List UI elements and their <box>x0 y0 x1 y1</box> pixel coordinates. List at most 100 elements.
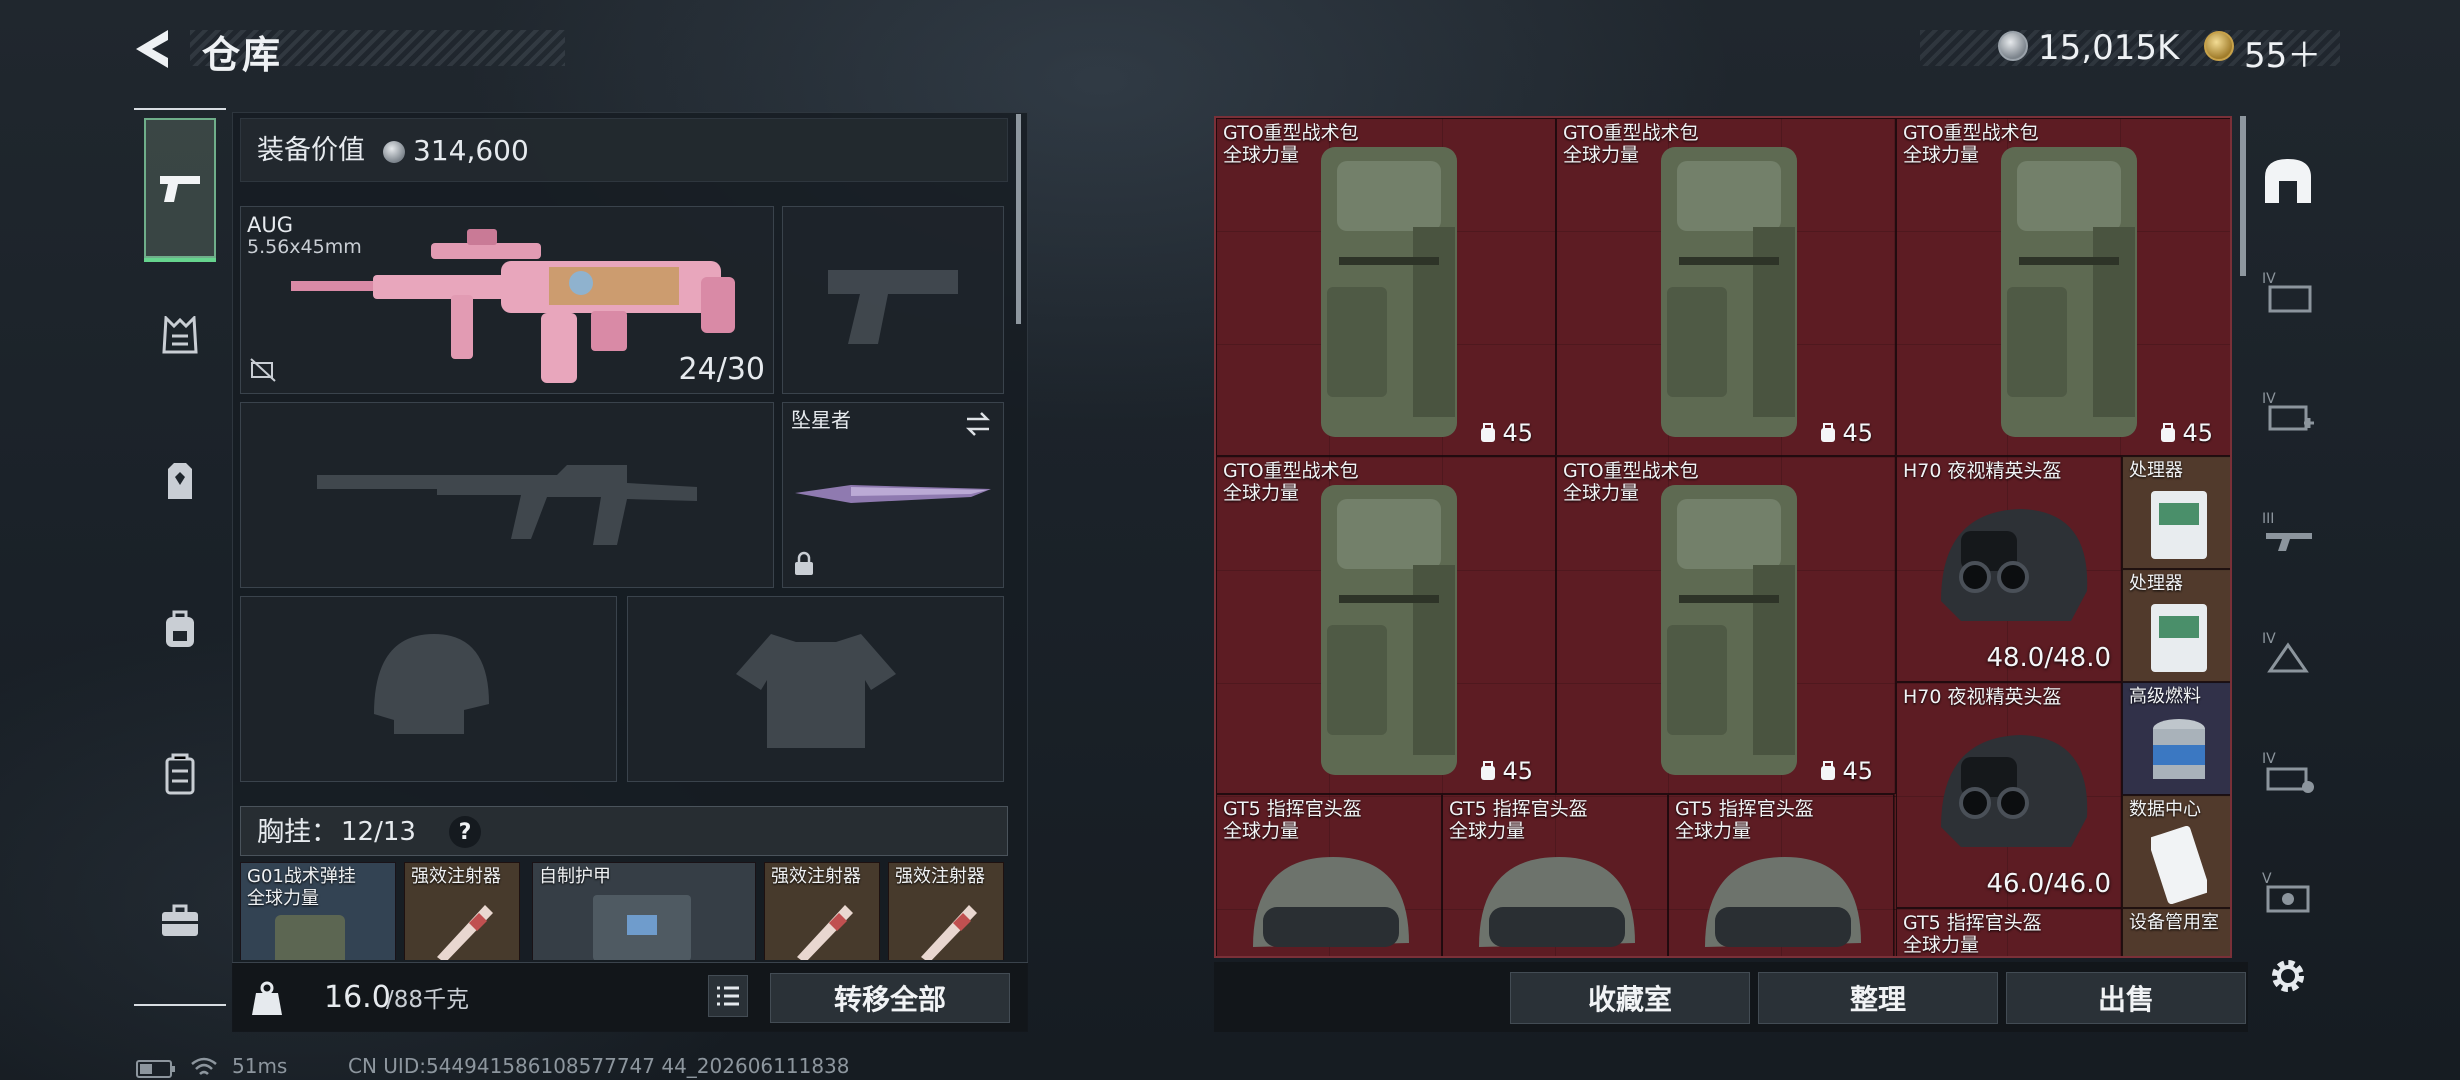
equipment-value-bar: 装备价值 314,600 <box>240 118 1008 182</box>
equipment-value-label: 装备价值 <box>257 135 365 166</box>
nav-tab-armor[interactable] <box>144 446 216 518</box>
item-capacity: 45 <box>1820 757 1873 785</box>
swap-icon[interactable] <box>963 411 993 437</box>
helmet-slot[interactable] <box>240 596 617 782</box>
tier-iv-gear-icon: IV <box>2262 751 2314 793</box>
inventory-item-backpack[interactable]: GTO重型战术包 全球力量 45 <box>1556 456 1896 794</box>
equipment-scrollbar[interactable] <box>1016 114 1021 324</box>
item-name: 数据中心 <box>2129 799 2201 820</box>
backpack-icon <box>166 610 194 647</box>
capacity-icon <box>1481 423 1496 442</box>
safehouse-icon <box>2265 159 2311 203</box>
tab-medical-iv[interactable]: IV <box>2252 376 2324 448</box>
rig-item-name: 强效注射器 <box>895 866 985 887</box>
pistol-slot[interactable] <box>782 206 1004 394</box>
back-button[interactable] <box>130 26 180 72</box>
list-view-button[interactable] <box>708 975 748 1017</box>
item-name: H70 夜视精英头盔 <box>1903 686 2062 708</box>
inventory-item-backpack[interactable]: GTO重型战术包 全球力量 45 <box>1896 118 2230 456</box>
capacity-icon <box>2161 423 2176 442</box>
item-capacity-value: 45 <box>1502 757 1533 785</box>
inventory-item-helmet[interactable]: H70 夜视精英头盔 48.0/48.0 <box>1896 456 2122 682</box>
primary-weapon-slot[interactable]: AUG 5.56x45mm 24/30 <box>240 206 774 394</box>
nav-tab-backpack[interactable] <box>144 592 216 664</box>
commander-helmet-image <box>1479 857 1635 947</box>
rig-item[interactable]: 强效注射器 <box>888 862 1004 960</box>
inventory-item-small[interactable]: 处理器 <box>2122 456 2230 569</box>
settings-button[interactable] <box>2268 956 2308 996</box>
backpack-image <box>1321 147 1457 437</box>
nav-tab-container[interactable] <box>144 738 216 810</box>
inventory-item-small[interactable]: 高级燃料 <box>2122 682 2230 795</box>
silver-coin-icon <box>1998 31 2028 61</box>
commander-helmet-image <box>1705 857 1861 947</box>
nav-bottom-divider <box>134 1004 226 1006</box>
armor-icon <box>168 463 192 499</box>
inventory-item-helmet[interactable]: GT5 指挥官头盔 全球力量 <box>1668 794 1894 956</box>
tab-container-iv[interactable]: IV <box>2252 256 2324 328</box>
nav-tab-weapons[interactable] <box>144 118 216 262</box>
rig-item[interactable]: 强效注射器 <box>404 862 520 960</box>
no-sight-icon <box>250 358 276 382</box>
melee-slot[interactable]: 坠星者 <box>782 402 1004 588</box>
rig-item-name: 强效注射器 <box>411 866 501 887</box>
inventory-item-helmet[interactable]: GT5 指挥官头盔 全球力量 <box>1896 908 2122 956</box>
tab-safehouse[interactable] <box>2252 144 2324 216</box>
inventory-item-small[interactable]: 处理器 <box>2122 569 2230 682</box>
capacity-icon <box>1821 423 1836 442</box>
inventory-item-backpack[interactable]: GTO重型战术包 全球力量 45 <box>1556 118 1896 456</box>
item-name: 设备管用室 <box>2129 912 2219 933</box>
svg-text:IV: IV <box>2262 391 2276 407</box>
item-capacity: 45 <box>1480 757 1533 785</box>
weight-value: 16.0 <box>324 980 391 1015</box>
backpack-image <box>2001 147 2137 437</box>
inventory-item-helmet[interactable]: H70 夜视精英头盔 46.0/46.0 <box>1896 682 2122 908</box>
item-sub: 全球力量 <box>1223 482 1300 504</box>
tab-lab-v[interactable]: V <box>2252 856 2324 928</box>
rig-item[interactable]: 自制护甲 <box>532 862 756 960</box>
rifle-silhouette-icon <box>317 465 697 545</box>
sort-button[interactable]: 整理 <box>1758 972 1998 1024</box>
rig-item[interactable]: G01战术弹挂 全球力量 <box>240 862 396 960</box>
capacity-icon <box>1821 761 1836 780</box>
tab-weapons-iii[interactable]: III <box>2252 496 2324 568</box>
item-durability: 46.0/46.0 <box>1986 869 2111 899</box>
tab-gear-iv[interactable]: IV <box>2252 736 2324 808</box>
toolbox-icon <box>162 904 198 936</box>
melee-name: 坠星者 <box>791 408 851 432</box>
nav-tab-chest-rig[interactable] <box>144 300 216 372</box>
transfer-all-button[interactable]: 转移全部 <box>770 973 1010 1023</box>
item-name: GT5 指挥官头盔 <box>1223 798 1362 820</box>
inventory-item-backpack[interactable]: GTO重型战术包 全球力量 45 <box>1216 456 1556 794</box>
injector-image <box>921 905 977 960</box>
inventory-scrollbar[interactable] <box>2240 116 2246 276</box>
inventory-item-backpack[interactable]: GTO重型战术包 全球力量 45 <box>1216 118 1556 456</box>
chest-rig-label: 胸挂： <box>257 817 338 848</box>
item-sub: 全球力量 <box>1223 144 1300 166</box>
body-armor-slot[interactable] <box>627 596 1004 782</box>
item-capacity-value: 45 <box>1502 419 1533 447</box>
tier-iii-weapon-icon: III <box>2262 511 2312 551</box>
inventory-item-small[interactable]: 数据中心 <box>2122 795 2230 908</box>
item-capacity: 45 <box>1820 419 1873 447</box>
sell-button[interactable]: 出售 <box>2006 972 2246 1024</box>
weight-max: /88千克 <box>386 987 470 1013</box>
secondary-weapon-slot[interactable] <box>240 402 774 588</box>
nav-tab-toolbox[interactable] <box>144 884 216 956</box>
inventory-grid[interactable]: GTO重型战术包 全球力量 45 GTO重型战术包 全球力量 45 GTO重型战… <box>1214 116 2232 958</box>
collection-room-button[interactable]: 收藏室 <box>1510 972 1750 1024</box>
nvg-helmet-image <box>1941 735 2088 847</box>
injector-image <box>437 905 493 960</box>
inventory-item-helmet[interactable]: GT5 指挥官头盔 全球力量 <box>1216 794 1442 956</box>
item-name: 高级燃料 <box>2129 686 2201 707</box>
fuel-can-image <box>2153 719 2205 779</box>
backpack-image <box>1321 485 1457 775</box>
inventory-item-small[interactable]: 设备管用室 <box>2122 908 2230 956</box>
rig-item[interactable]: 强效注射器 <box>764 862 880 960</box>
tier-iv-storage-icon: IV <box>2262 271 2312 313</box>
chest-rig-icon <box>162 316 198 354</box>
inventory-item-helmet[interactable]: GT5 指挥官头盔 全球力量 <box>1442 794 1668 956</box>
tab-workshop-iv[interactable]: IV <box>2252 616 2324 688</box>
help-button[interactable]: ? <box>449 816 481 848</box>
helmet-placeholder <box>241 597 616 781</box>
